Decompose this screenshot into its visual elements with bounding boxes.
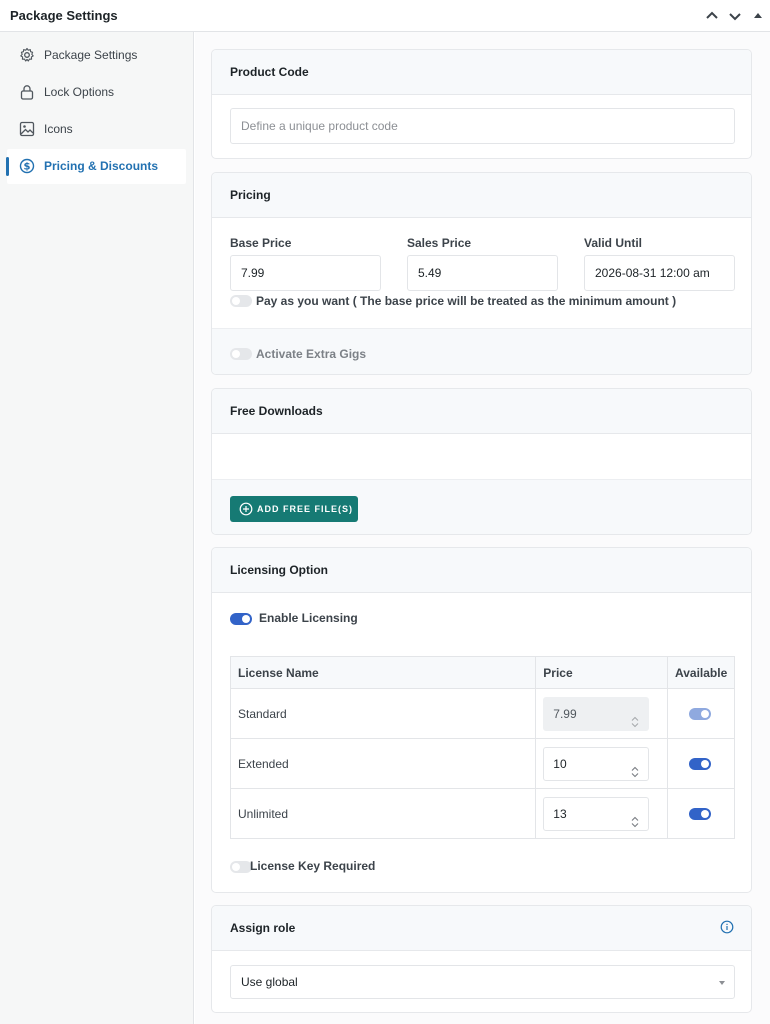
price-cell: 7.99 — [535, 688, 668, 739]
stepper-arrows-icon[interactable] — [631, 808, 639, 828]
pricing-card: Pricing Base Price Sales Price Valid Unt… — [211, 172, 752, 375]
available-cell — [667, 788, 735, 839]
product-code-card: Product Code Define a unique product cod… — [211, 49, 752, 159]
price-stepper[interactable]: 13 — [543, 797, 650, 831]
base-price-label: Base Price — [230, 236, 292, 250]
column-header: License Name — [229, 656, 537, 689]
available-toggle[interactable] — [689, 708, 711, 720]
license-key-required-label: License Key Required — [250, 859, 376, 873]
valid-until-input[interactable]: 2026-08-31 12:00 am — [584, 255, 735, 291]
caret-down-icon — [719, 981, 725, 985]
pay-as-you-want-toggle[interactable] — [230, 295, 252, 307]
available-cell — [667, 688, 735, 739]
plus-circle-icon — [239, 502, 253, 516]
price-stepper: 7.99 — [543, 697, 650, 731]
license-table: License Name Price Available Standard 7.… — [229, 656, 735, 839]
card-title: Pricing — [230, 188, 271, 202]
selected-value: Use global — [241, 975, 298, 989]
add-free-files-label: ADD FREE FILE(S) — [257, 504, 353, 514]
licensing-card: Licensing Option Enable Licensing Licens… — [211, 547, 752, 893]
add-free-files-button[interactable]: ADD FREE FILE(S) — [230, 496, 358, 522]
price-cell: 10 — [535, 738, 668, 789]
svg-text:$: $ — [24, 162, 31, 173]
card-header: Assign role — [212, 906, 751, 951]
panel-header: Package Settings — [0, 0, 770, 32]
table-row: Unlimited 13 — [229, 788, 735, 839]
available-toggle[interactable] — [689, 758, 711, 770]
sidebar-item-label: Lock Options — [44, 85, 115, 99]
card-title: Assign role — [230, 921, 296, 935]
assign-role-card: Assign role Use global — [211, 905, 752, 1013]
sidebar-item-label: Pricing & Discounts — [44, 159, 159, 173]
column-header: Price — [535, 656, 668, 689]
column-header: Available — [667, 656, 735, 689]
license-key-required-toggle[interactable] — [230, 861, 252, 873]
extra-gigs-row: Activate Extra Gigs — [212, 328, 751, 374]
triangle-up-icon[interactable] — [749, 7, 767, 25]
sales-price-input[interactable]: 5.49 — [407, 255, 558, 291]
sidebar-item-label: Icons — [44, 122, 73, 136]
pay-as-you-want-label: Pay as you want ( The base price will be… — [256, 294, 677, 308]
card-title: Product Code — [230, 65, 309, 79]
available-toggle[interactable] — [689, 808, 711, 820]
sidebar-item-label: Package Settings — [44, 48, 138, 62]
free-downloads-card: Free Downloads ADD FREE FILE(S) — [211, 388, 752, 535]
info-icon[interactable] — [720, 920, 734, 934]
card-header: Licensing Option — [212, 548, 751, 593]
dollar-circle-icon: $ — [19, 158, 35, 174]
card-header: Product Code — [212, 50, 751, 95]
price-stepper[interactable]: 10 — [543, 747, 650, 781]
valid-until-label: Valid Until — [584, 236, 643, 250]
gear-icon — [19, 47, 35, 63]
extra-gigs-toggle[interactable] — [230, 348, 252, 360]
product-code-input[interactable]: Define a unique product code — [230, 108, 735, 144]
enable-licensing-label: Enable Licensing — [259, 611, 358, 625]
base-price-input[interactable]: 7.99 — [230, 255, 381, 291]
price-cell: 13 — [535, 788, 668, 839]
chevron-down-icon[interactable] — [726, 7, 744, 25]
free-downloads-footer: ADD FREE FILE(S) — [212, 479, 751, 534]
stepper-arrows-icon — [631, 708, 639, 728]
license-name: Standard — [229, 688, 537, 739]
assign-role-select[interactable]: Use global — [230, 965, 735, 999]
price-value: 13 — [553, 807, 567, 821]
card-title: Licensing Option — [230, 563, 328, 577]
table-header-row: License Name Price Available — [229, 656, 735, 689]
sidebar-item-package-settings[interactable]: Package Settings — [7, 38, 186, 73]
sales-price-label: Sales Price — [407, 236, 472, 250]
price-value: 10 — [553, 757, 567, 771]
card-header: Pricing — [212, 173, 751, 218]
stepper-arrows-icon[interactable] — [631, 758, 639, 778]
sidebar: Package Settings Lock Options Icons $ Pr… — [0, 32, 194, 1024]
panel-title: Package Settings — [10, 8, 118, 23]
image-icon — [19, 121, 35, 137]
chevron-up-icon[interactable] — [703, 7, 721, 25]
license-name: Unlimited — [229, 788, 537, 839]
main-content: Product Code Define a unique product cod… — [195, 32, 770, 1024]
license-name: Extended — [229, 738, 537, 789]
sidebar-item-icons[interactable]: Icons — [7, 112, 186, 147]
table-row: Extended 10 — [229, 738, 735, 789]
card-header: Free Downloads — [212, 389, 751, 434]
available-cell — [667, 738, 735, 789]
enable-licensing-toggle[interactable] — [230, 613, 252, 625]
table-row: Standard 7.99 — [229, 688, 735, 739]
card-title: Free Downloads — [230, 404, 323, 418]
extra-gigs-label: Activate Extra Gigs — [256, 347, 367, 361]
sidebar-item-pricing-discounts[interactable]: $ Pricing & Discounts — [6, 149, 186, 184]
lock-icon — [19, 84, 35, 100]
sidebar-item-lock-options[interactable]: Lock Options — [7, 75, 186, 110]
price-value: 7.99 — [553, 707, 577, 721]
